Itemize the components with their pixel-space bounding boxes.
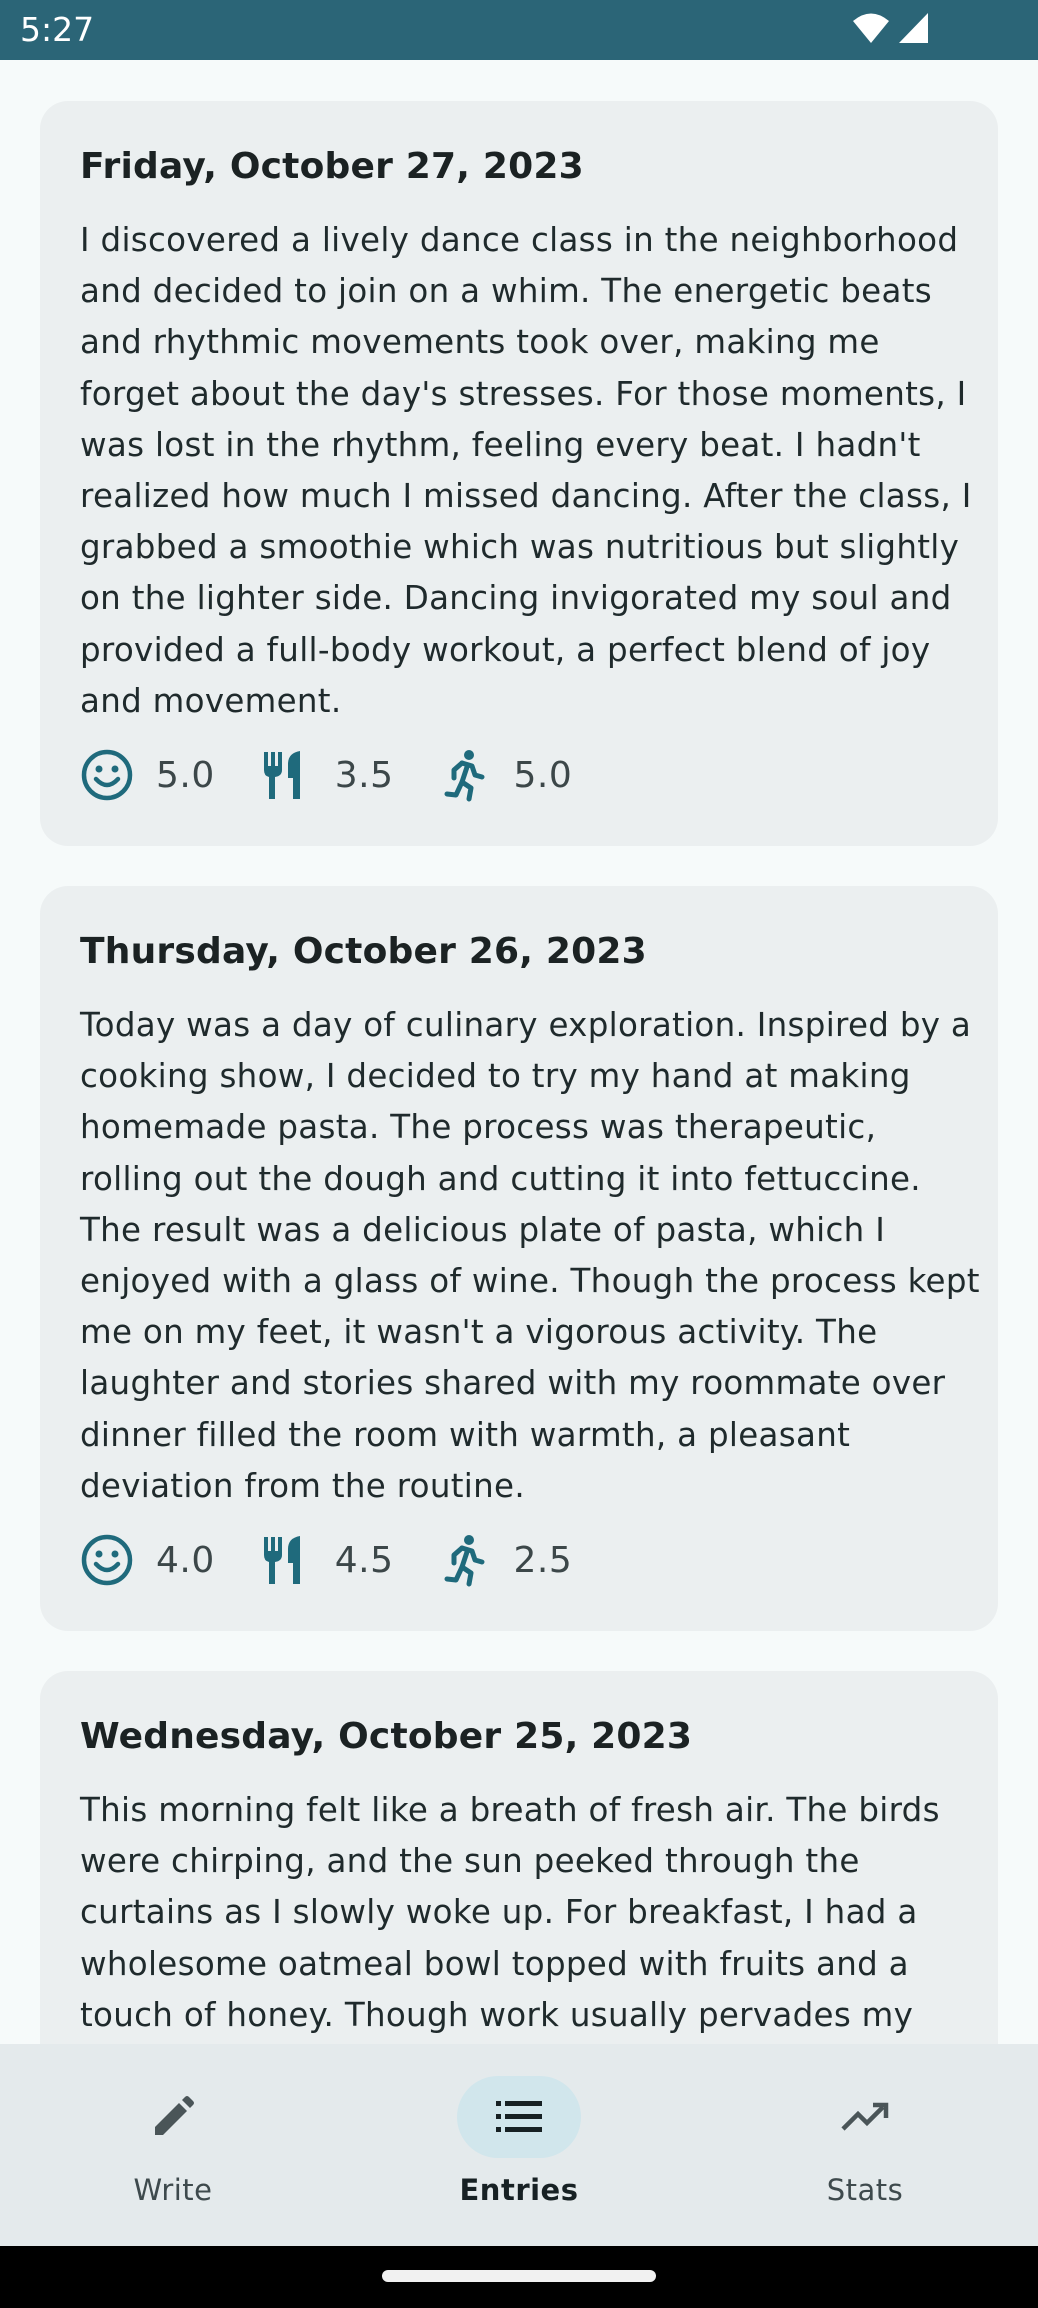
nav-entries[interactable]: Entries — [346, 2044, 692, 2246]
mood-value: 5.0 — [156, 754, 215, 796]
home-gesture-handle[interactable] — [382, 2270, 656, 2282]
activity-value: 5.0 — [513, 754, 573, 796]
entry-date: Wednesday, October 25, 2023 — [80, 1716, 693, 1757]
wifi-icon — [852, 12, 890, 48]
entry-metrics: 4.0 4.5 2.5 — [80, 1532, 616, 1588]
entry-metrics: 5.0 3.5 5.0 — [80, 747, 616, 803]
nav-stats[interactable]: Stats — [692, 2044, 1038, 2246]
entries-list[interactable]: Friday, October 27, 2023 I discovered a … — [0, 60, 1038, 2044]
mood-metric: 5.0 — [80, 748, 215, 802]
entry-text: I discovered a lively dance class in the… — [80, 221, 972, 720]
smiley-icon — [80, 1533, 134, 1587]
entry-date: Friday, October 27, 2023 — [80, 146, 584, 187]
fork-knife-icon — [259, 748, 313, 802]
entry-card[interactable]: Friday, October 27, 2023 I discovered a … — [40, 101, 998, 846]
entry-card[interactable]: Wednesday, October 25, 2023 This morning… — [40, 1671, 998, 2044]
fork-knife-icon — [259, 1533, 313, 1587]
status-icons — [852, 13, 930, 47]
status-time: 5:27 — [20, 10, 95, 49]
nav-entries-label: Entries — [459, 2173, 579, 2207]
pencil-icon — [149, 2093, 197, 2141]
entry-text: Today was a day of culinary exploration.… — [80, 1006, 980, 1505]
activity-metric: 2.5 — [438, 1533, 573, 1587]
system-gesture-bar — [0, 2246, 1038, 2308]
activity-value: 2.5 — [513, 1539, 573, 1581]
list-icon — [495, 2093, 543, 2141]
signal-icon — [898, 12, 930, 48]
bottom-navigation: Write Entries Stats — [0, 2044, 1038, 2246]
running-icon — [438, 1533, 492, 1587]
nav-write[interactable]: Write — [0, 2044, 346, 2246]
running-icon — [438, 748, 492, 802]
mood-value: 4.0 — [156, 1539, 215, 1581]
activity-metric: 5.0 — [438, 748, 573, 802]
nav-write-label: Write — [133, 2173, 213, 2207]
mood-metric: 4.0 — [80, 1533, 215, 1587]
entry-card[interactable]: Thursday, October 26, 2023 Today was a d… — [40, 886, 998, 1631]
smiley-icon — [80, 748, 134, 802]
food-value: 4.5 — [334, 1539, 394, 1581]
food-value: 3.5 — [334, 754, 394, 796]
status-bar: 5:27 — [0, 0, 1038, 60]
entry-date: Thursday, October 26, 2023 — [80, 931, 647, 972]
food-metric: 4.5 — [259, 1533, 394, 1587]
nav-stats-label: Stats — [826, 2173, 904, 2207]
entry-text: This morning felt like a breath of fresh… — [80, 1791, 940, 2034]
trending-up-icon — [841, 2093, 889, 2141]
food-metric: 3.5 — [259, 748, 394, 802]
